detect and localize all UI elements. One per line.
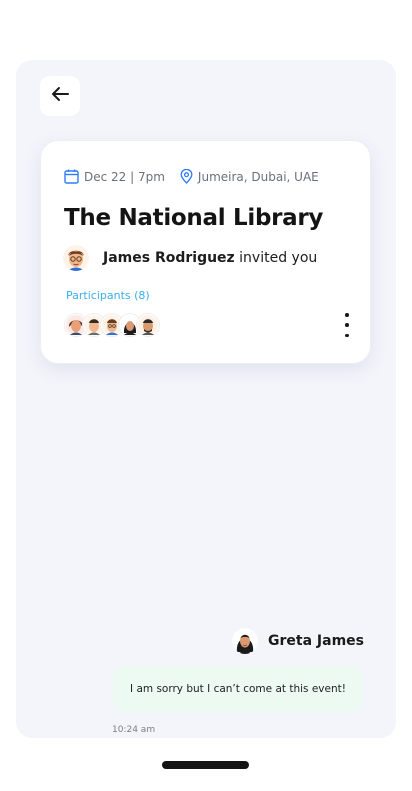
- location-pin-icon: [180, 169, 193, 184]
- message-bubble[interactable]: I am sorry but I can’t come at this even…: [113, 666, 363, 712]
- home-indicator[interactable]: [162, 761, 249, 769]
- event-meta: Dec 22 | 7pm Jumeira, Dubai, UAE: [64, 169, 319, 184]
- host-row: James Rodriguez invited you: [63, 245, 317, 271]
- chat-panel: Dec 22 | 7pm Jumeira, Dubai, UAE The Nat…: [16, 60, 396, 738]
- event-chat-screen: Dec 22 | 7pm Jumeira, Dubai, UAE The Nat…: [0, 0, 412, 791]
- more-vertical-icon: [345, 313, 349, 317]
- participants-label[interactable]: Participants (8): [66, 289, 150, 302]
- event-location: Jumeira, Dubai, UAE: [197, 169, 319, 184]
- invite-suffix: invited you: [234, 250, 318, 266]
- event-date-time: Dec 22 | 7pm: [84, 169, 165, 184]
- participant-avatar: [137, 314, 159, 336]
- sender-avatar[interactable]: [232, 628, 259, 654]
- arrow-left-icon: [51, 86, 69, 106]
- participants-avatars[interactable]: [65, 314, 159, 336]
- calendar-icon: [64, 169, 79, 184]
- more-options-button[interactable]: [340, 313, 354, 337]
- host-name[interactable]: James Rodriguez: [103, 250, 235, 266]
- host-avatar[interactable]: [63, 245, 89, 271]
- message-sender: Greta James: [232, 628, 364, 654]
- sender-name: Greta James: [268, 633, 364, 649]
- invite-text: James Rodriguez invited you: [103, 250, 317, 266]
- back-button[interactable]: [40, 76, 80, 116]
- message-timestamp: 10:24 am: [112, 725, 156, 735]
- event-title: The National Library: [64, 205, 324, 231]
- event-card: Dec 22 | 7pm Jumeira, Dubai, UAE The Nat…: [40, 140, 371, 364]
